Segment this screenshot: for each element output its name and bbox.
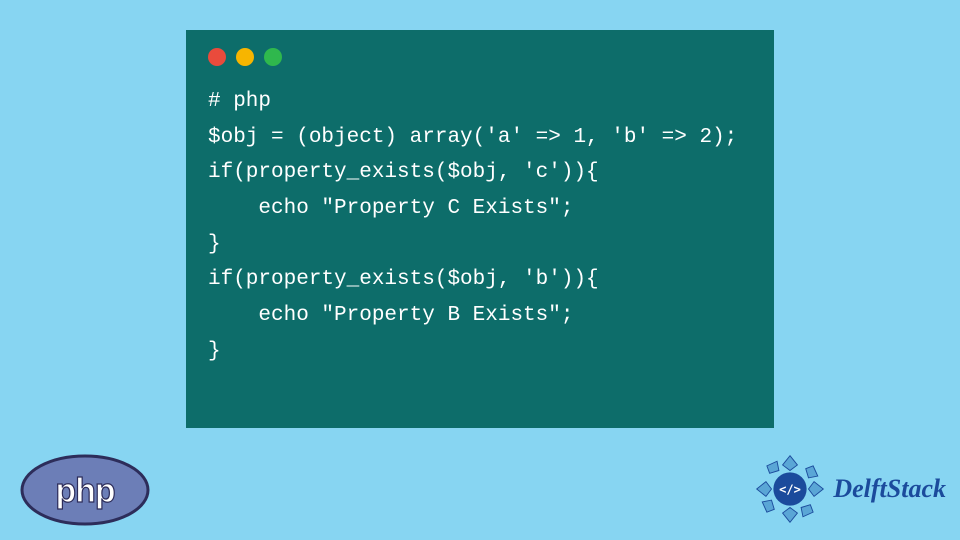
delftstack-logo: </> DelftStack — [753, 452, 946, 526]
code-block: # php $obj = (object) array('a' => 1, 'b… — [208, 84, 752, 370]
php-logo: php php — [20, 454, 150, 526]
close-icon — [208, 48, 226, 66]
window-controls — [208, 48, 752, 66]
delftstack-emblem-icon: </> — [753, 452, 827, 526]
delftstack-text: DelftStack — [833, 474, 946, 504]
svg-text:php: php — [55, 472, 115, 510]
minimize-icon — [236, 48, 254, 66]
maximize-icon — [264, 48, 282, 66]
svg-text:</>: </> — [779, 483, 801, 497]
code-window: # php $obj = (object) array('a' => 1, 'b… — [186, 30, 774, 428]
